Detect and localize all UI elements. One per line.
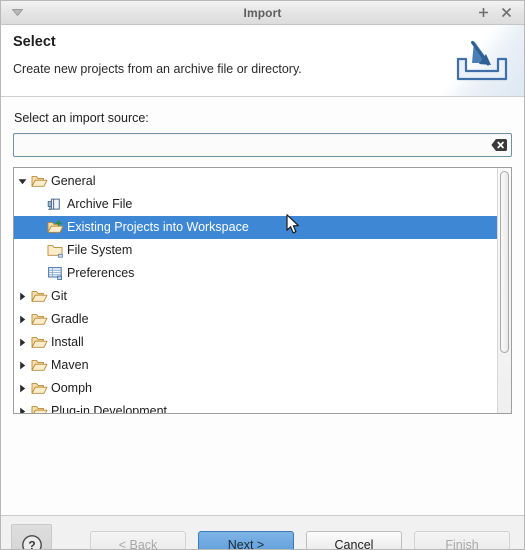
archive-file-icon xyxy=(46,197,64,213)
next-button[interactable]: Next > xyxy=(198,531,294,550)
clear-icon[interactable] xyxy=(491,139,507,152)
tree-item[interactable]: General xyxy=(14,170,497,193)
chevron-down-icon[interactable] xyxy=(10,6,24,20)
close-icon[interactable] xyxy=(500,6,513,19)
import-source-tree[interactable]: General Archive File Existing Projects int… xyxy=(13,167,512,414)
cancel-button[interactable]: Cancel xyxy=(306,531,402,550)
search-input[interactable] xyxy=(14,134,511,156)
dialog-content: Select an import source: General Archive … xyxy=(1,97,524,515)
tree-item-label: Install xyxy=(51,335,84,350)
help-question-icon: ? xyxy=(21,534,42,550)
button-label: Next > xyxy=(227,537,265,550)
preferences-icon xyxy=(46,266,64,282)
chevron-right-icon[interactable] xyxy=(14,315,30,324)
chevron-right-icon[interactable] xyxy=(14,338,30,347)
button-label: < Back xyxy=(118,537,158,550)
import-arrow-icon xyxy=(452,37,512,90)
tree-item-list: General Archive File Existing Projects int… xyxy=(14,168,497,413)
tree-scrollbar[interactable] xyxy=(497,168,511,413)
tree-item-label: Preferences xyxy=(67,266,135,281)
import-source-filter[interactable] xyxy=(13,133,512,157)
tree-item[interactable]: Archive File xyxy=(14,193,497,216)
window-controls xyxy=(477,6,513,19)
open-folder-icon xyxy=(30,174,48,190)
tree-item[interactable]: Oomph xyxy=(14,377,497,400)
file-system-folder-icon xyxy=(46,243,64,259)
open-folder-icon xyxy=(30,289,48,305)
open-folder-icon xyxy=(30,404,48,413)
back-button: < Back xyxy=(90,531,186,550)
tree-item-label: Archive File xyxy=(67,197,133,212)
tree-item-label: General xyxy=(51,174,96,189)
tree-item[interactable]: Install xyxy=(14,331,497,354)
button-label: Finish xyxy=(445,537,479,550)
chevron-right-icon[interactable] xyxy=(14,292,30,301)
chevron-down-icon[interactable] xyxy=(14,177,30,186)
svg-text:?: ? xyxy=(28,538,35,550)
help-button[interactable]: ? xyxy=(11,524,52,550)
tree-item[interactable]: Preferences xyxy=(14,262,497,285)
scrollbar-thumb[interactable] xyxy=(500,171,509,353)
chevron-right-icon[interactable] xyxy=(14,361,30,370)
tree-item-label: Oomph xyxy=(51,381,92,396)
open-folder-icon xyxy=(30,335,48,351)
tree-item[interactable]: Gradle xyxy=(14,308,497,331)
window-title: Import xyxy=(243,5,282,20)
button-label: Cancel xyxy=(334,537,374,550)
tree-item-label: Plug-in Development xyxy=(51,404,168,413)
open-folder-icon xyxy=(30,358,48,374)
tree-item-label: Gradle xyxy=(51,312,89,327)
dialog-footer: ? < Back Next > Cancel Finish xyxy=(1,515,524,550)
tree-item-label: Git xyxy=(51,289,67,304)
tree-item[interactable]: Maven xyxy=(14,354,497,377)
projects-folder-icon xyxy=(46,220,64,236)
import-dialog: Import Select Create new projects from a… xyxy=(0,0,525,550)
tree-item[interactable]: File System xyxy=(14,239,497,262)
dialog-banner: Select Create new projects from an archi… xyxy=(1,25,524,97)
tree-item-label: File System xyxy=(67,243,133,258)
import-source-label: Select an import source: xyxy=(14,111,149,125)
chevron-right-icon[interactable] xyxy=(14,407,30,413)
open-folder-icon xyxy=(30,381,48,397)
tree-item-label: Existing Projects into Workspace xyxy=(67,220,249,235)
tree-item[interactable]: Existing Projects into Workspace xyxy=(14,216,497,239)
chevron-right-icon[interactable] xyxy=(14,384,30,393)
wizard-buttons: < Back Next > Cancel Finish xyxy=(90,531,510,550)
tree-item[interactable]: Plug-in Development xyxy=(14,400,497,413)
finish-button: Finish xyxy=(414,531,510,550)
tree-item[interactable]: Git xyxy=(14,285,497,308)
tree-item-label: Maven xyxy=(51,358,89,373)
open-folder-icon xyxy=(30,312,48,328)
maximize-icon[interactable] xyxy=(477,6,490,19)
title-bar: Import xyxy=(1,1,524,25)
